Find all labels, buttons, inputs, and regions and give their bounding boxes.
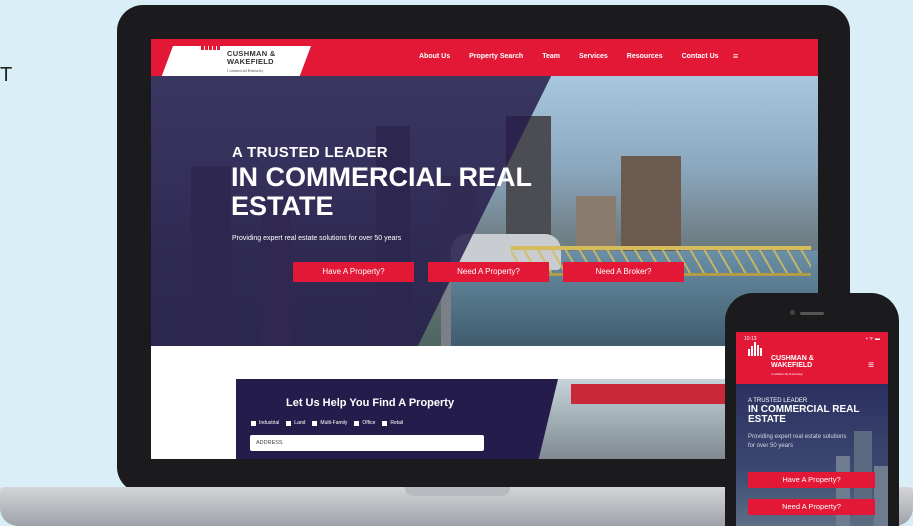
hero-heading-large: IN COMMERCIAL REAL ESTATE bbox=[231, 162, 532, 221]
laptop-notch bbox=[405, 487, 510, 496]
checkbox-icon[interactable] bbox=[286, 420, 292, 426]
hero-buttons: Have A Property? Need A Property? Need A… bbox=[293, 262, 684, 282]
phone-hero-heading-large: IN COMMERCIAL REAL ESTATE bbox=[748, 404, 860, 425]
filter-multi-family[interactable]: Multi-Family bbox=[312, 420, 347, 426]
phone-hero-subtitle: Providing expert real estate solutions f… bbox=[748, 434, 847, 449]
edge-text: T bbox=[0, 64, 13, 86]
phone-status-bar: 10:13 ▪ ᯤ ▬ bbox=[736, 332, 888, 346]
phone-screen: 10:13 ▪ ᯤ ▬ CUSHMAN & WAKEFIELD Commerci… bbox=[736, 332, 888, 526]
property-type-filters: Industrial Land Multi-Family Office Reta… bbox=[251, 420, 403, 426]
navbar: CUSHMAN & WAKEFIELD Commercial Kentucky … bbox=[151, 39, 818, 78]
filter-office[interactable]: Office bbox=[354, 420, 375, 426]
laptop-screen: CUSHMAN & WAKEFIELD Commercial Kentucky … bbox=[151, 39, 818, 459]
filter-industrial[interactable]: Industrial bbox=[251, 420, 279, 426]
phone-need-a-property-button[interactable]: Need A Property? bbox=[748, 499, 875, 515]
hero-subtitle: Providing expert real estate solutions f… bbox=[232, 235, 402, 242]
address-input[interactable]: ADDRESS bbox=[250, 435, 484, 451]
nav-contact-us[interactable]: Contact Us bbox=[682, 53, 719, 60]
logo[interactable]: CUSHMAN & WAKEFIELD Commercial Kentucky bbox=[161, 46, 311, 78]
nav-property-search[interactable]: Property Search bbox=[469, 53, 523, 60]
hamburger-menu-icon[interactable]: ≡ bbox=[868, 360, 874, 371]
checkbox-icon[interactable] bbox=[354, 420, 360, 426]
phone-camera bbox=[790, 310, 795, 315]
phone-logo-text[interactable]: CUSHMAN & WAKEFIELD bbox=[771, 355, 814, 369]
nav-services[interactable]: Services bbox=[579, 53, 608, 60]
hero-heading-small: A TRUSTED LEADER bbox=[232, 144, 388, 161]
phone-speaker bbox=[800, 312, 824, 315]
search-title: Let Us Help You Find A Property bbox=[286, 397, 455, 409]
checkbox-icon[interactable] bbox=[382, 420, 388, 426]
phone-header: CUSHMAN & WAKEFIELD Commercial Kentucky … bbox=[736, 342, 888, 384]
need-a-property-button[interactable]: Need A Property? bbox=[428, 262, 549, 282]
have-a-property-button[interactable]: Have A Property? bbox=[293, 262, 414, 282]
logo-text: CUSHMAN & WAKEFIELD bbox=[227, 49, 276, 66]
checkbox-icon[interactable] bbox=[251, 420, 256, 426]
nav-resources[interactable]: Resources bbox=[627, 53, 663, 60]
need-a-broker-button[interactable]: Need A Broker? bbox=[563, 262, 684, 282]
nav-about-us[interactable]: About Us bbox=[419, 53, 450, 60]
phone-logo-subtitle: Commercial Kentucky bbox=[771, 372, 803, 376]
nav-team[interactable]: Team bbox=[542, 53, 560, 60]
checkbox-icon[interactable] bbox=[312, 420, 318, 426]
hamburger-menu-icon[interactable]: ≡ bbox=[733, 51, 738, 61]
filter-retail[interactable]: Retail bbox=[382, 420, 403, 426]
status-icons: ▪ ᯤ ▬ bbox=[865, 336, 880, 342]
nav-links: About Us Property Search Team Services R… bbox=[419, 53, 738, 60]
skyline-building bbox=[874, 466, 888, 526]
skyline-building bbox=[836, 456, 850, 526]
filter-land[interactable]: Land bbox=[286, 420, 305, 426]
logo-subtitle: Commercial Kentucky bbox=[227, 68, 264, 73]
phone-have-a-property-button[interactable]: Have A Property? bbox=[748, 472, 875, 488]
